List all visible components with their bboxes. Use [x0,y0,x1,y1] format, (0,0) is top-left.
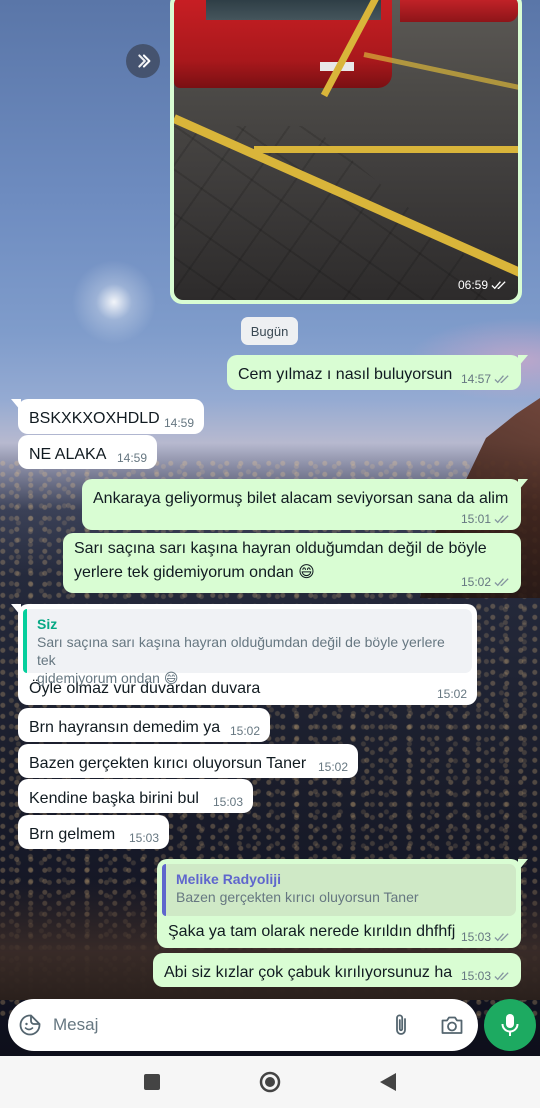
read-ticks-icon [494,972,509,981]
message-outgoing-reply[interactable]: Melike Radyoliji Bazen gerçekten kırıcı … [157,859,528,948]
message-text: NE ALAKA [29,446,107,463]
message-meta: 15:01 [461,512,511,526]
message-meta: 15:02 [229,724,260,738]
back-button[interactable] [377,1070,399,1094]
message-meta: 15:03 [128,831,159,845]
home-circle-icon [259,1071,281,1093]
message-text-line: yerlere tek gidemiyorum ondan 😄 [74,564,315,581]
message-incoming[interactable]: Bazen gerçekten kırıcı oluyorsun Taner 1… [18,744,358,778]
voice-message-button[interactable] [484,999,536,1051]
photo-bus [174,0,392,88]
recents-square-icon [144,1074,160,1090]
message-incoming[interactable]: Brn hayransın demedim ya 15:02 [18,708,270,742]
message-incoming[interactable]: BSKXKXOXHDLD 14:59 [11,399,204,434]
forward-button[interactable] [126,44,160,78]
bus-photo[interactable]: 06:59 [174,0,518,300]
message-outgoing[interactable]: Abi siz kızlar çok çabuk kırılıyorsunuz … [153,953,521,987]
home-button[interactable] [257,1069,283,1095]
system-navigation-bar [0,1056,540,1108]
quote-author: Melike Radyoliji [176,871,282,887]
message-meta: 14:59 [163,416,194,430]
quote-author: Siz [37,616,58,632]
recents-button[interactable] [140,1070,164,1094]
message-incoming[interactable]: NE ALAKA 14:59 [18,435,157,469]
read-ticks-icon [494,933,509,942]
read-ticks-icon [494,515,509,524]
camera-button[interactable] [438,1012,466,1038]
read-ticks-icon [494,578,509,587]
message-meta: 15:03 [461,930,511,944]
photo-bus-2 [400,0,518,22]
date-separator: Bugün [241,317,298,345]
message-text: BSKXKXOXHDLD [29,410,160,427]
message-text: Brn hayransın demedim ya [29,719,221,736]
read-ticks-icon [494,375,509,384]
message-text: Abi siz kızlar çok çabuk kırılıyorsunuz … [164,964,453,981]
message-composer[interactable]: Mesaj [8,999,478,1051]
quote-text: Bazen gerçekten kırıcı oluyorsun Taner [176,889,419,905]
message-text: Kendine başka birini bul [29,790,199,807]
camera-icon [441,1016,463,1034]
message-text: Cem yılmaz ı nasıl buluyorsun [238,366,453,383]
message-meta: 14:57 [461,372,511,386]
forward-icon [138,54,151,68]
image-timestamp: 06:59 [458,278,508,292]
message-input[interactable]: Mesaj [53,1015,98,1035]
road-line [254,146,518,153]
quote-text-line: Sarı saçına sarı kaşına hayran olduğumda… [37,634,445,668]
sticker-button[interactable] [17,1012,43,1038]
sticker-icon [19,1014,41,1036]
paperclip-icon [396,1014,406,1035]
message-meta: 15:02 [461,575,511,589]
message-text: Brn gelmem [29,826,116,843]
quoted-message[interactable]: Melike Radyoliji Bazen gerçekten kırıcı … [162,864,516,916]
read-ticks-icon [491,281,506,290]
message-meta: 15:02 [436,687,467,701]
image-message[interactable]: 06:59 [170,0,522,304]
message-incoming-reply[interactable]: Siz Sarı saçına sarı kaşına hayran olduğ… [11,604,477,705]
attach-button[interactable] [388,1012,414,1038]
message-text: Bazen gerçekten kırıcı oluyorsun Taner [29,755,307,772]
message-meta: 15:02 [317,760,348,774]
message-outgoing[interactable]: Sarı saçına sarı kaşına hayran olduğumda… [63,533,521,593]
message-text-line: Sarı saçına sarı kaşına hayran olduğumda… [74,540,487,557]
message-outgoing[interactable]: Cem yılmaz ı nasıl buluyorsun 14:57 [227,355,528,390]
message-incoming[interactable]: Brn gelmem 15:03 [18,815,169,849]
message-meta: 15:03 [212,795,243,809]
microphone-icon [501,1014,519,1036]
message-incoming[interactable]: Kendine başka birini bul 15:03 [18,779,253,813]
quote-text-line: gidemiyorum ondan 😄 [37,670,179,686]
message-outgoing[interactable]: Ankaraya geliyormuş bilet alacam seviyor… [82,479,528,530]
back-triangle-icon [380,1073,396,1091]
message-meta: 14:59 [116,451,147,465]
quoted-message[interactable]: Siz Sarı saçına sarı kaşına hayran olduğ… [23,609,472,686]
message-meta: 15:03 [461,969,511,983]
message-text: Ankaraya geliyormuş bilet alacam seviyor… [93,490,509,507]
